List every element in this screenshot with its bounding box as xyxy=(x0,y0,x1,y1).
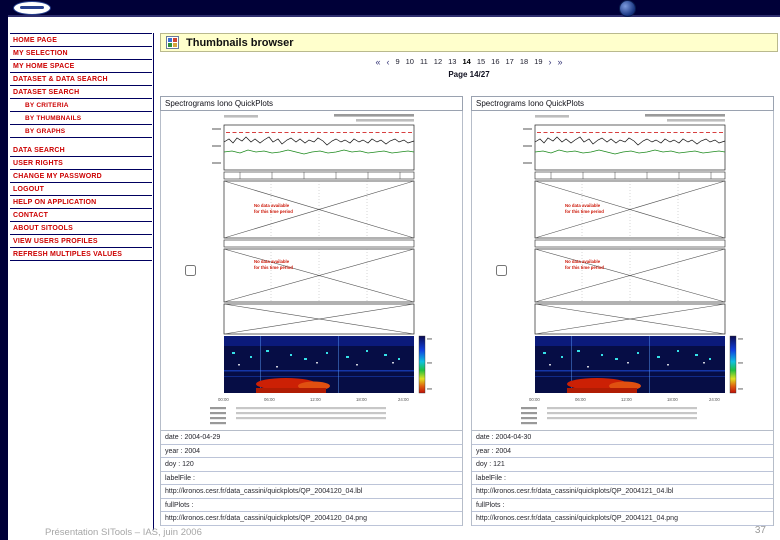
quicklook-plot-thumbnail[interactable] xyxy=(517,111,745,430)
sidebar-item-my-selection[interactable]: MY SELECTION xyxy=(10,47,152,60)
sidebar-item-view-users-profiles[interactable]: VIEW USERS PROFILES xyxy=(10,235,152,248)
thumbnail-title: Spectrograms Iono QuickPlots xyxy=(160,96,463,111)
meta-row-date: date : 2004-04-30 xyxy=(472,431,773,445)
sidebar-menu: HOME PAGE MY SELECTION MY HOME SPACE DAT… xyxy=(10,33,152,261)
thumbnail-panel-left: Spectrograms Iono QuickPlots No data ava… xyxy=(160,96,463,526)
meta-row-fullplots-label: fullPlots : xyxy=(472,499,773,512)
meta-row-doy: doy : 121 xyxy=(472,458,773,472)
svg-text:No data available: No data available xyxy=(254,259,290,264)
thumbnail-metadata: date : 2004-04-29 year : 2004 doy : 120 … xyxy=(160,431,463,526)
main-content: Thumbnails browser « ‹ 9 10 11 12 13 14 … xyxy=(160,33,778,526)
page-title: Thumbnails browser xyxy=(186,36,294,49)
page-link-11[interactable]: 11 xyxy=(420,57,428,67)
thumbnails-browser-icon xyxy=(166,36,179,49)
thumbnail-image-cell: No data available for this time period N… xyxy=(160,111,463,431)
svg-text:24:00: 24:00 xyxy=(398,397,409,402)
sidebar-item-refresh-multiples-values[interactable]: REFRESH MULTIPLES VALUES xyxy=(10,248,152,261)
sidebar-item-dataset-and-data-search[interactable]: DATASET & DATA SEARCH xyxy=(10,73,152,86)
left-border-strip xyxy=(0,0,8,540)
right-header-logo xyxy=(619,0,636,17)
meta-row-labelfile-url: http://kronos.cesr.fr/data_cassini/quick… xyxy=(161,485,462,499)
meta-row-fullplots-label: fullPlots : xyxy=(161,499,462,512)
page-link-19[interactable]: 19 xyxy=(534,57,542,67)
svg-text:18:00: 18:00 xyxy=(356,397,367,402)
sidebar-item-contact[interactable]: CONTACT xyxy=(10,209,152,222)
svg-text:06:00: 06:00 xyxy=(264,397,275,402)
sidebar-item-user-rights[interactable]: USER RIGHTS xyxy=(10,157,152,170)
meta-row-date: date : 2004-04-29 xyxy=(161,431,462,445)
thumbnail-image-cell xyxy=(471,111,774,431)
select-thumbnail-checkbox[interactable] xyxy=(496,265,507,276)
sidebar-item-by-criteria[interactable]: BY CRITERIA xyxy=(10,99,152,112)
meta-row-labelfile-url: http://kronos.cesr.fr/data_cassini/quick… xyxy=(472,485,773,499)
page-link-15[interactable]: 15 xyxy=(477,57,485,67)
slide-page-number: 37 xyxy=(754,525,766,536)
thumbnail-metadata: date : 2004-04-30 year : 2004 doy : 121 … xyxy=(471,431,774,526)
page-link-9[interactable]: 9 xyxy=(395,57,399,67)
meta-row-fullplots-url: http://kronos.cesr.fr/data_cassini/quick… xyxy=(161,512,462,526)
svg-text:12:00: 12:00 xyxy=(310,397,321,402)
last-page-button[interactable]: » xyxy=(558,57,563,67)
prev-page-button[interactable]: ‹ xyxy=(386,57,389,67)
pagination: « ‹ 9 10 11 12 13 14 15 16 17 18 19 › » xyxy=(160,57,778,67)
meta-row-doy: doy : 120 xyxy=(161,458,462,472)
page-link-13[interactable]: 13 xyxy=(448,57,456,67)
page-link-14-current[interactable]: 14 xyxy=(462,57,470,67)
meta-row-labelfile-label: labelFile : xyxy=(161,472,462,485)
first-page-button[interactable]: « xyxy=(375,57,380,67)
page-link-16[interactable]: 16 xyxy=(491,57,499,67)
sidebar-item-by-graphs[interactable]: BY GRAPHS xyxy=(10,125,152,138)
svg-text:00:00: 00:00 xyxy=(218,397,229,402)
meta-row-year: year : 2004 xyxy=(472,445,773,458)
next-page-button[interactable]: › xyxy=(549,57,552,67)
slide-caption: Présentation SITools – IAS, juin 2006 xyxy=(45,527,202,538)
sidebar-item-help-on-application[interactable]: HELP ON APPLICATION xyxy=(10,196,152,209)
top-banner xyxy=(0,0,780,17)
page-link-18[interactable]: 18 xyxy=(520,57,528,67)
svg-text:for this time period: for this time period xyxy=(254,209,293,214)
select-thumbnail-checkbox[interactable] xyxy=(185,265,196,276)
sidebar-item-by-thumbnails[interactable]: BY THUMBNAILS xyxy=(10,112,152,125)
page-link-12[interactable]: 12 xyxy=(434,57,442,67)
sidebar-item-data-search[interactable]: DATA SEARCH xyxy=(10,144,152,157)
sidebar-item-about-sitools[interactable]: ABOUT SITOOLS xyxy=(10,222,152,235)
svg-text:for this time period: for this time period xyxy=(254,265,293,270)
thumbnail-title: Spectrograms Iono QuickPlots xyxy=(471,96,774,111)
meta-row-year: year : 2004 xyxy=(161,445,462,458)
sidebar-item-change-my-password[interactable]: CHANGE MY PASSWORD xyxy=(10,170,152,183)
sidebar-item-home-page[interactable]: HOME PAGE xyxy=(10,34,152,47)
sidebar-divider xyxy=(153,33,154,530)
thumbnails-grid: Spectrograms Iono QuickPlots No data ava… xyxy=(160,96,778,526)
page-link-17[interactable]: 17 xyxy=(506,57,514,67)
meta-row-labelfile-label: labelFile : xyxy=(472,472,773,485)
sidebar-item-my-home-space[interactable]: MY HOME SPACE xyxy=(10,60,152,73)
page-titlebar: Thumbnails browser xyxy=(160,33,778,52)
thumbnail-panel-right: Spectrograms Iono QuickPlots date : 2004… xyxy=(471,96,774,526)
sidebar-item-dataset-search[interactable]: DATASET SEARCH xyxy=(10,86,152,99)
cnes-logo xyxy=(13,1,51,15)
quicklook-plot-thumbnail[interactable]: No data available for this time period N… xyxy=(206,111,434,430)
svg-text:No data available: No data available xyxy=(254,203,290,208)
page-link-10[interactable]: 10 xyxy=(406,57,414,67)
sidebar-item-logout[interactable]: LOGOUT xyxy=(10,183,152,196)
page-indicator: Page 14/27 xyxy=(448,70,490,79)
meta-row-fullplots-url: http://kronos.cesr.fr/data_cassini/quick… xyxy=(472,512,773,526)
